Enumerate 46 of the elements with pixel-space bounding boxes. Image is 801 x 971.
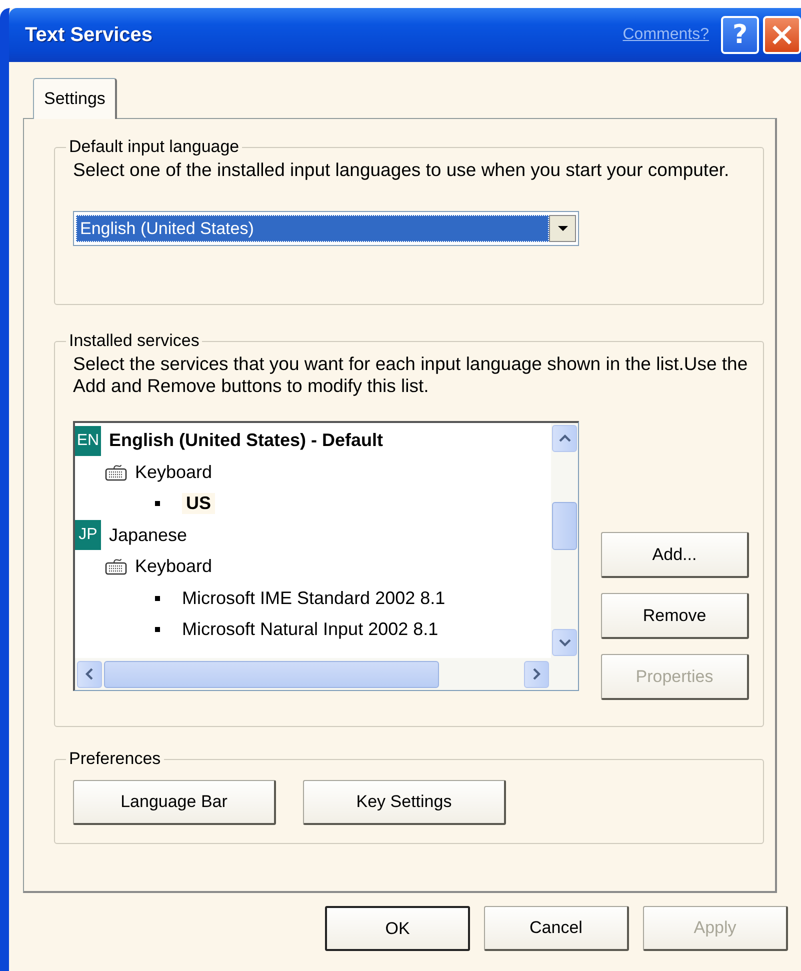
bullet-icon <box>155 627 160 632</box>
group-label: Preferences <box>68 749 162 769</box>
chevron-up-icon <box>558 433 572 444</box>
keyboard-icon <box>105 464 127 481</box>
scroll-thumb[interactable] <box>104 660 439 688</box>
window-title: Text Services <box>25 24 152 46</box>
caret-icon <box>556 225 568 232</box>
tree-item[interactable]: Microsoft Natural Input 2002 8.1 <box>182 619 438 640</box>
chevron-down-icon <box>558 637 572 648</box>
button[interactable]: Language Bar <box>73 780 276 825</box>
chevron-right-icon <box>531 667 542 681</box>
help-button[interactable]: ? <box>721 16 759 54</box>
language-badge: EN <box>75 426 101 456</box>
language-dropdown[interactable]: English (United States) <box>73 211 579 246</box>
tree-item[interactable]: Keyboard <box>135 556 212 578</box>
scroll-up-button[interactable] <box>552 425 577 452</box>
scroll-right-button[interactable] <box>524 660 549 688</box>
group-label: Installed services <box>68 331 200 351</box>
scrollbar-corner <box>551 658 578 690</box>
button[interactable]: Remove <box>601 593 749 639</box>
dropdown-button[interactable] <box>549 215 576 242</box>
close-icon <box>772 25 792 45</box>
description-text: Select the services that you want for each input language shown in the list.Use the Add and Remove buttons to modify this list. <box>73 353 749 397</box>
scroll-left-button[interactable] <box>77 660 102 688</box>
scroll-down-button[interactable] <box>552 629 577 656</box>
tree-item[interactable]: English (United States) - Default <box>109 430 384 452</box>
keyboard-icon <box>105 558 127 576</box>
button[interactable]: Cancel <box>484 906 629 951</box>
tree-item[interactable]: Japanese <box>109 524 188 546</box>
horizontal-scrollbar[interactable] <box>75 658 551 690</box>
tab[interactable]: Settings <box>33 78 118 119</box>
tree-item[interactable]: US <box>182 493 216 514</box>
scroll-thumb[interactable] <box>552 502 577 550</box>
bullet-icon <box>155 501 160 506</box>
button[interactable]: OK <box>325 906 470 951</box>
language-badge: JP <box>75 520 101 550</box>
description-text: Select one of the installed input languages to use when you start your computer. <box>73 159 730 181</box>
group-label: Default input language <box>68 137 240 157</box>
chevron-left-icon <box>84 667 95 681</box>
button[interactable]: Add... <box>601 532 749 578</box>
button[interactable]: Key Settings <box>303 780 506 825</box>
tree-item[interactable]: Microsoft IME Standard 2002 8.1 <box>182 588 446 609</box>
vertical-scrollbar[interactable] <box>551 423 578 658</box>
tree-item[interactable]: Keyboard <box>135 462 212 483</box>
close-button[interactable] <box>763 16 801 54</box>
bullet-icon <box>155 596 160 601</box>
